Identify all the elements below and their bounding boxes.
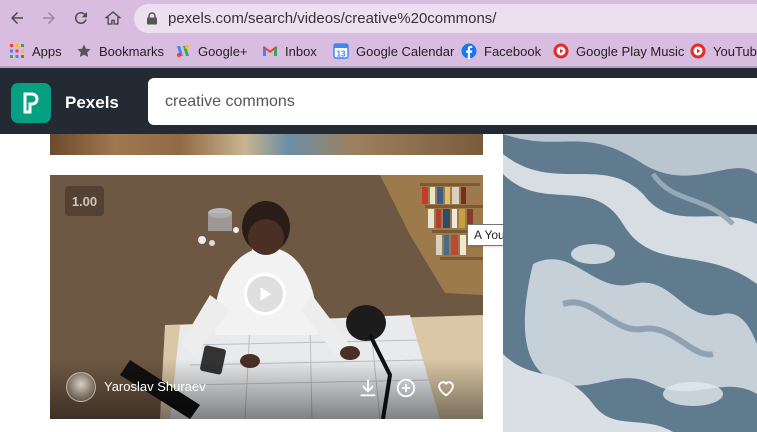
home-icon: [104, 11, 122, 25]
bookmark-label: Apps: [32, 43, 62, 59]
add-to-collection-button[interactable]: [394, 376, 418, 400]
reload-button[interactable]: [69, 6, 93, 30]
video-card[interactable]: 1.00 Yaroslav Shuraev: [50, 175, 483, 419]
pexels-logo[interactable]: [11, 83, 51, 123]
browser-toolbar: pexels.com/search/videos/creative%20comm…: [0, 0, 757, 37]
bookmark-label: Google+: [198, 43, 248, 59]
lock-icon: [147, 12, 157, 25]
author-avatar[interactable]: [66, 372, 96, 402]
bookmark-label: Google Play Music: [576, 43, 685, 59]
bookmark-youtube[interactable]: YouTube: [690, 41, 757, 61]
play-icon: [260, 287, 272, 301]
bookmark-bookmarks[interactable]: Bookmarks: [76, 41, 164, 61]
star-icon: [76, 43, 92, 59]
pexels-logo-icon: [23, 92, 39, 114]
download-icon: [360, 379, 376, 397]
play-button[interactable]: [244, 273, 286, 315]
play-music-icon: [553, 43, 569, 59]
bookmark-label: Facebook: [484, 43, 542, 59]
gmail-icon: [262, 43, 278, 59]
url-text: pexels.com/search/videos/creative%20comm…: [168, 10, 497, 27]
download-button[interactable]: [356, 376, 380, 400]
author-name[interactable]: Yaroslav Shuraev: [104, 379, 206, 394]
svg-text:13: 13: [337, 50, 346, 59]
plus-circle-icon: [396, 378, 416, 398]
youtube-icon: [690, 43, 706, 59]
heart-icon: [438, 381, 454, 397]
previous-video-thumbnail[interactable]: [50, 134, 483, 155]
reload-icon: [74, 12, 87, 25]
playback-speed-badge: 1.00: [65, 186, 104, 216]
bookmark-label: YouTube: [713, 43, 757, 59]
address-bar[interactable]: pexels.com/search/videos/creative%20comm…: [134, 4, 757, 33]
apps-grid-icon: [9, 43, 25, 59]
arrow-left-icon: [11, 12, 23, 24]
facebook-icon: [461, 43, 477, 59]
bookmark-apps[interactable]: Apps: [9, 41, 62, 61]
arrow-right-icon: [43, 12, 55, 24]
bookmark-label: Inbox: [285, 43, 317, 59]
bookmark-label: Bookmarks: [99, 43, 165, 59]
home-button[interactable]: [101, 6, 125, 30]
site-header: Pexels: [0, 68, 757, 134]
bookmark-google-play-music[interactable]: Google Play Music: [553, 41, 684, 61]
bookmark-google-plus[interactable]: Google+: [175, 41, 248, 61]
google-plus-icon: [175, 43, 191, 59]
bookmark-google-calendar[interactable]: 13 Google Calendar: [333, 41, 454, 61]
bookmark-facebook[interactable]: Facebook: [461, 41, 541, 61]
calendar-icon: 13: [333, 43, 349, 59]
back-button[interactable]: [5, 6, 29, 30]
like-button[interactable]: [434, 376, 458, 400]
bookmark-inbox[interactable]: Inbox: [262, 41, 317, 61]
abstract-image: [503, 134, 757, 432]
bookmark-label: Google Calendar: [356, 43, 455, 59]
forward-button[interactable]: [37, 6, 61, 30]
brand-name[interactable]: Pexels: [65, 93, 119, 113]
bookmarks-bar: Apps Bookmarks Google+ Inbox 13 Google C…: [0, 37, 757, 66]
search-input[interactable]: [148, 78, 757, 125]
adjacent-video-thumbnail[interactable]: [503, 134, 757, 432]
